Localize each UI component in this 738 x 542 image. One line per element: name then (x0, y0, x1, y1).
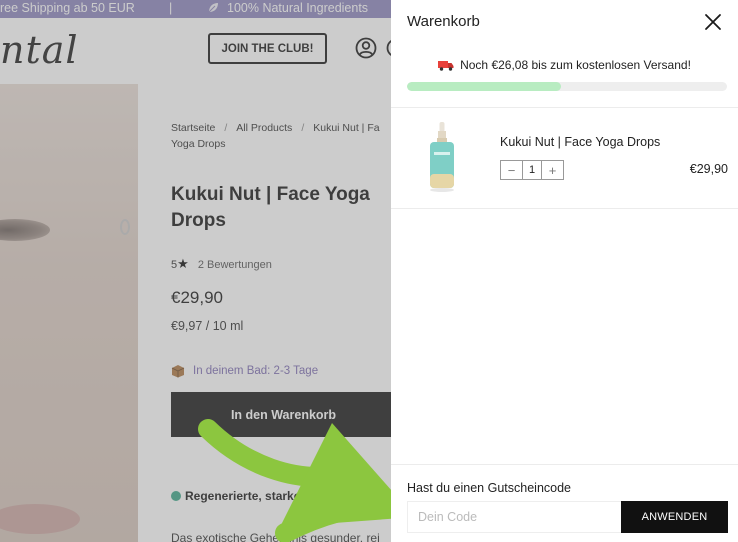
free-shipping-text: Noch €26,08 bis zum kostenlosen Versand! (460, 58, 691, 72)
quantity-stepper: − 1 + (500, 160, 564, 180)
coupon-code-input[interactable] (407, 501, 621, 533)
cart-item-price: €29,90 (689, 162, 728, 176)
cart-drawer: Warenkorb Noch €26,08 bis zum kostenlose… (391, 0, 738, 542)
quantity-decrease-button[interactable]: − (501, 161, 522, 179)
divider (391, 107, 738, 108)
apply-coupon-button[interactable]: ANWENDEN (621, 501, 728, 533)
quantity-increase-button[interactable]: + (542, 161, 563, 179)
divider (391, 464, 738, 465)
cart-item-name[interactable]: Kukui Nut | Face Yoga Drops (500, 135, 660, 149)
truck-icon (438, 60, 454, 71)
cart-title: Warenkorb (407, 13, 480, 30)
cart-item-thumbnail[interactable] (427, 122, 457, 192)
quantity-value[interactable]: 1 (522, 161, 542, 179)
shipping-progress-bar (407, 82, 727, 91)
annotation-arrow-icon (198, 419, 415, 542)
close-icon[interactable] (703, 12, 723, 32)
shipping-progress-fill (407, 82, 561, 91)
coupon-label: Hast du einen Gutscheincode (407, 481, 571, 495)
free-shipping-message: Noch €26,08 bis zum kostenlosen Versand! (391, 58, 738, 72)
divider (391, 208, 738, 209)
